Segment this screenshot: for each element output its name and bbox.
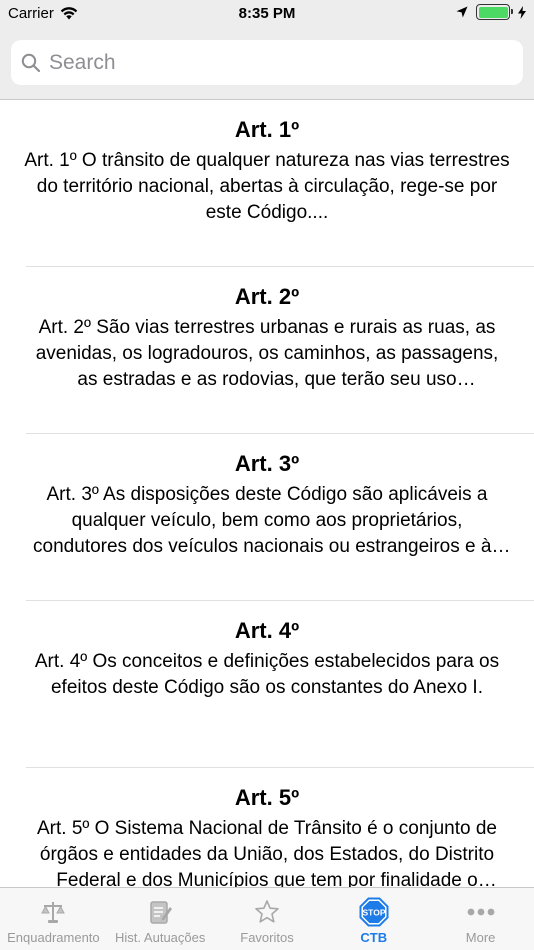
status-time: 8:35 PM — [238, 5, 296, 22]
scales-icon — [38, 897, 68, 927]
search-input[interactable] — [49, 50, 509, 75]
tab-ctb[interactable]: STOP CTB — [320, 888, 427, 950]
star-icon — [252, 897, 282, 927]
search-bar — [0, 28, 534, 100]
svg-text:STOP: STOP — [362, 908, 385, 918]
tab-label: Favoritos — [240, 930, 294, 945]
article-row-4[interactable]: Art. 4º Art. 4º Os conceitos e definiçõe… — [0, 601, 534, 768]
tab-more[interactable]: More — [427, 888, 534, 950]
tab-label: Hist. Autuações — [115, 930, 206, 945]
status-bar: Carrier 8:35 PM — [0, 0, 534, 28]
search-icon — [21, 53, 41, 72]
battery-fill — [478, 6, 508, 18]
tab-bar: Enquadramento Hist. Autuações Favoritos — [0, 887, 534, 950]
tab-hist-autuacoes[interactable]: Hist. Autuações — [107, 888, 214, 950]
tab-label: More — [465, 930, 496, 945]
charging-bolt-icon — [518, 5, 526, 19]
tab-label: Enquadramento — [7, 930, 100, 945]
notepad-icon — [145, 897, 175, 927]
article-summary: Art. 5º O Sistema Nacional de Trânsito é… — [36, 818, 498, 887]
more-dots-icon — [466, 897, 496, 927]
article-title: Art. 5º — [234, 785, 300, 810]
tab-label: CTB — [360, 930, 388, 945]
search-field[interactable] — [11, 40, 523, 85]
article-title: Art. 2º — [234, 284, 300, 309]
article-summary: Art. 3º As disposições deste Código são … — [33, 484, 501, 557]
article-title: Art. 3º — [234, 451, 300, 476]
article-row-3[interactable]: Art. 3º Art. 3º As disposições deste Cód… — [0, 434, 534, 601]
stop-sign-icon: STOP — [359, 897, 389, 927]
article-summary: Art. 4º Os conceitos e definições estabe… — [34, 651, 500, 698]
location-arrow-icon — [456, 6, 468, 18]
article-row-2[interactable]: Art. 2º Art. 2º São vias terrestres urba… — [0, 267, 534, 434]
tab-enquadramento[interactable]: Enquadramento — [0, 888, 107, 950]
article-summary: Art. 2º São vias terrestres urbanas e ru… — [35, 317, 499, 390]
article-row-5[interactable]: Art. 5º Art. 5º O Sistema Nacional de Tr… — [0, 768, 534, 887]
article-summary: Art. 1º O trânsito de qualquer natureza … — [24, 150, 510, 223]
status-right — [456, 4, 526, 20]
article-list[interactable]: Art. 1º Art. 1º O trânsito de qualquer n… — [0, 100, 534, 887]
article-row-1[interactable]: Art. 1º Art. 1º O trânsito de qualquer n… — [0, 100, 534, 267]
article-title: Art. 1º — [234, 117, 300, 142]
tab-favoritos[interactable]: Favoritos — [214, 888, 321, 950]
article-title: Art. 4º — [234, 618, 300, 643]
battery-icon — [476, 4, 513, 20]
